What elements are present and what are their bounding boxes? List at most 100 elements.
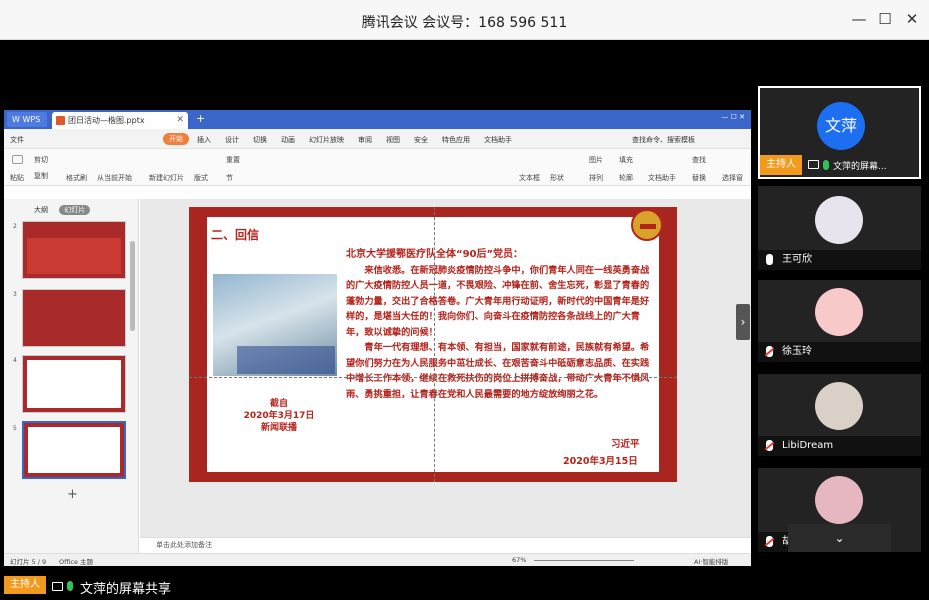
- participant-name: 王可欣: [782, 254, 812, 265]
- paste-icon[interactable]: [12, 155, 23, 164]
- menu-item-doc-assistant[interactable]: 文档助手: [484, 135, 512, 145]
- menu-item-slideshow[interactable]: 幻灯片放映: [309, 135, 344, 145]
- chevron-down-icon[interactable]: ⌄: [788, 524, 891, 552]
- menu-item-design[interactable]: 设计: [225, 135, 239, 145]
- letter-date: 2020年3月15日: [563, 456, 638, 467]
- slide-thumbnail[interactable]: [22, 221, 126, 279]
- zoom-slider[interactable]: [534, 560, 634, 561]
- tab-slides[interactable]: 幻灯片: [59, 205, 91, 215]
- image-button[interactable]: 图片: [589, 155, 603, 165]
- participant-name: 文萍的屏幕...: [833, 162, 887, 172]
- menu-item-animation[interactable]: 动画: [281, 135, 295, 145]
- participant-tile[interactable]: 徐玉玲: [758, 280, 921, 362]
- letter-paragraph: 来信收悉。在新冠肺炎疫情防控斗争中，你们青年人同在一线英勇奋战的广大疫情防控人员…: [346, 264, 650, 338]
- minimize-icon[interactable]: —: [849, 10, 869, 28]
- avatar: [815, 196, 863, 244]
- reset-button[interactable]: 重置: [226, 155, 240, 165]
- slide-thumbnail-pane: 大纲 幻灯片 2 3 4 5 +: [4, 199, 139, 553]
- layout-button[interactable]: 版式: [194, 173, 208, 183]
- window-controls-icon[interactable]: — ☐ ✕: [721, 113, 745, 121]
- slide-thumbnail[interactable]: [22, 355, 126, 413]
- document-tab[interactable]: 团日活动—楷图.pptx ✕: [52, 112, 188, 129]
- from-current-button[interactable]: 从当前开始: [97, 173, 132, 183]
- thumb-number: 5: [13, 425, 17, 432]
- participant-tile[interactable]: 文萍 主持人 文萍的屏幕...: [758, 86, 921, 179]
- find-button[interactable]: 查找: [692, 155, 706, 165]
- letter-body: 北京大学援鄂医疗队全体“90后”党员： 来信收悉。在新冠肺炎疫情防控斗争中，你们…: [346, 247, 652, 402]
- photo-caption: 截自 2020年3月17日 新闻联播: [227, 398, 331, 434]
- participant-tile[interactable]: 王可欣: [758, 186, 921, 270]
- arrange-button[interactable]: 排列: [589, 173, 603, 183]
- mic-muted-icon: [766, 536, 773, 547]
- mic-on-icon: [67, 581, 73, 591]
- add-slide-icon[interactable]: +: [67, 487, 78, 502]
- shared-screen: W WPS 团日活动—楷图.pptx ✕ + — ☐ ✕ 文件 开始 插入 设计…: [4, 110, 751, 566]
- new-slide-button[interactable]: 新建幻灯片: [149, 173, 184, 183]
- menu-item-view[interactable]: 视图: [386, 135, 400, 145]
- textbox-button[interactable]: 文本框: [519, 173, 540, 183]
- thumb-number: 3: [13, 291, 17, 298]
- avatar: [815, 476, 863, 524]
- caption-line: 2020年3月17日: [243, 411, 315, 421]
- mic-on-icon: [823, 160, 829, 170]
- host-badge: 主持人: [760, 155, 802, 175]
- mic-muted-icon: [766, 346, 773, 357]
- caption-line: 新闻联播: [260, 423, 297, 433]
- slide-counter: 幻灯片 5 / 9: [10, 558, 47, 566]
- ribbon-toolbar: 粘贴 剪切 复制 格式刷 从当前开始 新建幻灯片 版式 节 重置 文本框 形状 …: [4, 149, 751, 186]
- new-tab-icon[interactable]: +: [196, 112, 205, 125]
- search-command[interactable]: 查找命令、搜索模板: [632, 135, 695, 145]
- avatar: 文萍: [817, 102, 865, 150]
- close-icon[interactable]: ✕: [902, 10, 922, 28]
- guide-line: [434, 207, 435, 482]
- maximize-icon[interactable]: ☐: [875, 10, 895, 28]
- section-button[interactable]: 节: [226, 173, 233, 183]
- thumb-number: 4: [13, 357, 17, 364]
- menu-item-features[interactable]: 特色应用: [442, 135, 470, 145]
- meeting-stage: W WPS 团日活动—楷图.pptx ✕ + — ☐ ✕ 文件 开始 插入 设计…: [0, 40, 929, 600]
- current-slide[interactable]: 二、回信 截自 2020年3月17日 新闻联播 北京大学援鄂医疗队全体“90后”…: [189, 207, 677, 482]
- menu-item-file[interactable]: 文件: [10, 135, 24, 145]
- thumb-scrollbar[interactable]: [130, 241, 135, 331]
- screen-share-label: 文萍的屏幕共享: [80, 582, 172, 597]
- mic-muted-icon: [766, 440, 773, 451]
- avatar: [815, 288, 863, 336]
- copy-button[interactable]: 复制: [34, 171, 48, 181]
- document-tab-label: 团日活动—楷图.pptx: [68, 116, 145, 125]
- letter-salutation: 北京大学援鄂医疗队全体“90后”党员：: [346, 249, 524, 260]
- participant-name: 徐玉玲: [782, 346, 812, 357]
- menu-item-start[interactable]: 开始: [163, 133, 189, 145]
- replace-button[interactable]: 替换: [692, 173, 706, 183]
- participant-name: LibiDream: [782, 440, 834, 451]
- slide-thumbnail[interactable]: [22, 289, 126, 347]
- format-painter-button[interactable]: 格式刷: [66, 173, 87, 183]
- menu-item-insert[interactable]: 插入: [197, 135, 211, 145]
- paste-button[interactable]: 粘贴: [10, 173, 24, 183]
- mic-on-icon: [766, 254, 773, 265]
- notes-area[interactable]: 单击此处添加备注: [140, 537, 751, 553]
- tab-close-icon[interactable]: ✕: [176, 112, 184, 129]
- doc-assistant-button[interactable]: 文档助手: [648, 173, 676, 183]
- theme-name: Office 主题: [59, 558, 94, 566]
- wps-logo[interactable]: W WPS: [7, 112, 47, 127]
- cut-button[interactable]: 剪切: [34, 155, 48, 165]
- slide-thumbnail-selected[interactable]: [22, 421, 126, 479]
- fill-button[interactable]: 填充: [619, 155, 633, 165]
- zoom-level[interactable]: 67%: [512, 556, 526, 564]
- participant-tile[interactable]: LibiDream: [758, 374, 921, 456]
- participant-tile[interactable]: 胡晓 ⌄: [758, 468, 921, 552]
- outline-button[interactable]: 轮廓: [619, 173, 633, 183]
- ai-layout-button[interactable]: AI·智能排版: [694, 556, 728, 566]
- menu-item-security[interactable]: 安全: [414, 135, 428, 145]
- thumb-number: 2: [13, 223, 17, 230]
- select-pane-button[interactable]: 选择窗: [722, 173, 743, 183]
- participant-label: LibiDream: [758, 436, 921, 456]
- wps-tab-bar: W WPS 团日活动—楷图.pptx ✕ + — ☐ ✕: [4, 110, 751, 129]
- guide-line: [189, 377, 677, 378]
- collapse-panel-icon[interactable]: ›: [736, 304, 750, 340]
- thumb-view-tabs: 大纲 幻灯片: [34, 205, 91, 215]
- menu-item-transition[interactable]: 切换: [253, 135, 267, 145]
- shape-button[interactable]: 形状: [550, 173, 564, 183]
- menu-item-review[interactable]: 审阅: [358, 135, 372, 145]
- tab-outline[interactable]: 大纲: [34, 206, 48, 214]
